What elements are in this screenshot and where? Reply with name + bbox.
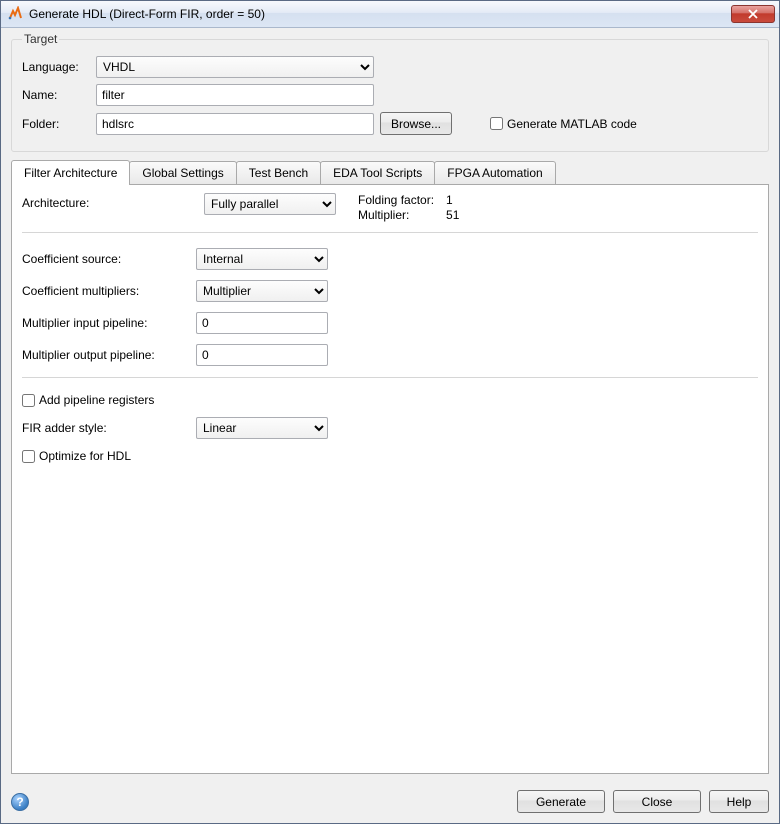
- fir-adder-row: FIR adder style: Linear: [22, 417, 758, 439]
- content-area: Target Language: VHDL Name: Folder: Brow…: [1, 28, 779, 782]
- multiplier-count-value: 51: [446, 208, 459, 222]
- browse-button[interactable]: Browse...: [380, 112, 452, 135]
- close-button[interactable]: Close: [613, 790, 701, 813]
- fir-adder-label: FIR adder style:: [22, 421, 196, 435]
- mult-out-pipe-label: Multiplier output pipeline:: [22, 348, 196, 362]
- coeff-source-label: Coefficient source:: [22, 252, 196, 266]
- window: Generate HDL (Direct-Form FIR, order = 5…: [0, 0, 780, 824]
- coeff-mult-row: Coefficient multipliers: Multiplier: [22, 280, 758, 302]
- help-button[interactable]: Help: [709, 790, 769, 813]
- folder-row: Folder: Browse... Generate MATLAB code: [22, 112, 758, 135]
- mult-in-pipe-label: Multiplier input pipeline:: [22, 316, 196, 330]
- generate-matlab-label: Generate MATLAB code: [507, 117, 637, 131]
- tab-global-settings[interactable]: Global Settings: [129, 161, 236, 184]
- language-row: Language: VHDL: [22, 56, 758, 78]
- folder-label: Folder:: [22, 117, 90, 131]
- language-label: Language:: [22, 60, 90, 74]
- name-input[interactable]: [96, 84, 374, 106]
- optimize-hdl-checkbox[interactable]: [22, 450, 35, 463]
- architecture-info: Folding factor: 1 Multiplier: 51: [358, 193, 459, 222]
- mult-in-pipe-input[interactable]: [196, 312, 328, 334]
- coeff-mult-select[interactable]: Multiplier: [196, 280, 328, 302]
- fir-adder-select[interactable]: Linear: [196, 417, 328, 439]
- target-fieldset: Target Language: VHDL Name: Folder: Brow…: [11, 32, 769, 152]
- add-pipeline-label: Add pipeline registers: [39, 393, 154, 407]
- tabs: Filter Architecture Global Settings Test…: [11, 160, 769, 184]
- language-select[interactable]: VHDL: [96, 56, 374, 78]
- tab-test-bench[interactable]: Test Bench: [236, 161, 321, 184]
- matlab-icon: [7, 6, 23, 22]
- optimize-row: Optimize for HDL: [22, 449, 758, 463]
- architecture-label: Architecture:: [22, 193, 196, 210]
- architecture-row: Architecture: Fully parallel Folding fac…: [22, 193, 758, 222]
- generate-matlab-wrap: Generate MATLAB code: [490, 117, 637, 131]
- filter-architecture-panel: Architecture: Fully parallel Folding fac…: [11, 184, 769, 774]
- close-icon: [748, 9, 758, 19]
- coeff-source-select[interactable]: Internal: [196, 248, 328, 270]
- folding-factor-label: Folding factor:: [358, 193, 434, 207]
- add-pipeline-row: Add pipeline registers: [22, 393, 758, 407]
- window-title: Generate HDL (Direct-Form FIR, order = 5…: [29, 7, 731, 21]
- divider-2: [22, 377, 758, 378]
- target-legend: Target: [22, 32, 59, 46]
- folding-factor-value: 1: [446, 193, 459, 207]
- footer: ? Generate Close Help: [1, 782, 779, 823]
- generate-matlab-checkbox[interactable]: [490, 117, 503, 130]
- mult-out-pipe-input[interactable]: [196, 344, 328, 366]
- name-row: Name:: [22, 84, 758, 106]
- name-label: Name:: [22, 88, 90, 102]
- optimize-hdl-label: Optimize for HDL: [39, 449, 131, 463]
- mult-in-pipe-row: Multiplier input pipeline:: [22, 312, 758, 334]
- folder-input[interactable]: [96, 113, 374, 135]
- add-pipeline-checkbox[interactable]: [22, 394, 35, 407]
- multiplier-count-label: Multiplier:: [358, 208, 434, 222]
- architecture-select[interactable]: Fully parallel: [204, 193, 336, 215]
- tab-filter-architecture[interactable]: Filter Architecture: [11, 160, 130, 185]
- help-icon[interactable]: ?: [11, 793, 29, 811]
- titlebar: Generate HDL (Direct-Form FIR, order = 5…: [1, 1, 779, 28]
- close-window-button[interactable]: [731, 5, 775, 23]
- coeff-source-row: Coefficient source: Internal: [22, 248, 758, 270]
- generate-button[interactable]: Generate: [517, 790, 605, 813]
- tab-fpga-automation[interactable]: FPGA Automation: [434, 161, 555, 184]
- coeff-mult-label: Coefficient multipliers:: [22, 284, 196, 298]
- tab-eda-tool-scripts[interactable]: EDA Tool Scripts: [320, 161, 435, 184]
- divider-1: [22, 232, 758, 233]
- mult-out-pipe-row: Multiplier output pipeline:: [22, 344, 758, 366]
